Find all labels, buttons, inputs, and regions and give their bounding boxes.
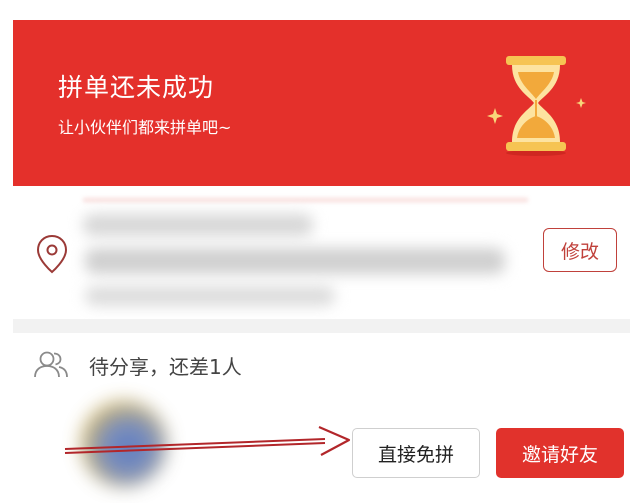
direct-free-group-button[interactable]: 直接免拼	[352, 428, 480, 478]
blurred-recipient-name	[83, 214, 313, 236]
group-status-text: 待分享，还差1人	[89, 355, 242, 379]
blurred-address-line-2	[85, 286, 335, 306]
address-section: 修改	[13, 186, 630, 319]
banner-subtitle: 让小伙伴们都来拼单吧~	[58, 118, 232, 137]
location-pin-icon	[36, 234, 68, 274]
banner-title: 拼单还未成功	[58, 73, 215, 102]
section-divider	[13, 319, 630, 333]
group-buy-section: 待分享，还差1人 直接免拼 邀请好友	[13, 333, 630, 503]
order-status-screen: 拼单还未成功 让小伙伴们都来拼单吧~ 修改 待分享，还差1人 直接免拼 邀请好友	[13, 20, 630, 503]
hourglass-icon	[487, 56, 586, 156]
edit-address-button[interactable]: 修改	[543, 228, 617, 272]
people-icon	[34, 351, 68, 378]
status-banner: 拼单还未成功 让小伙伴们都来拼单吧~	[13, 20, 630, 186]
blurred-header-line	[83, 198, 528, 202]
invite-friends-button[interactable]: 邀请好友	[496, 428, 624, 478]
red-arrow-annotation	[64, 425, 351, 456]
blurred-address-line	[85, 248, 505, 274]
